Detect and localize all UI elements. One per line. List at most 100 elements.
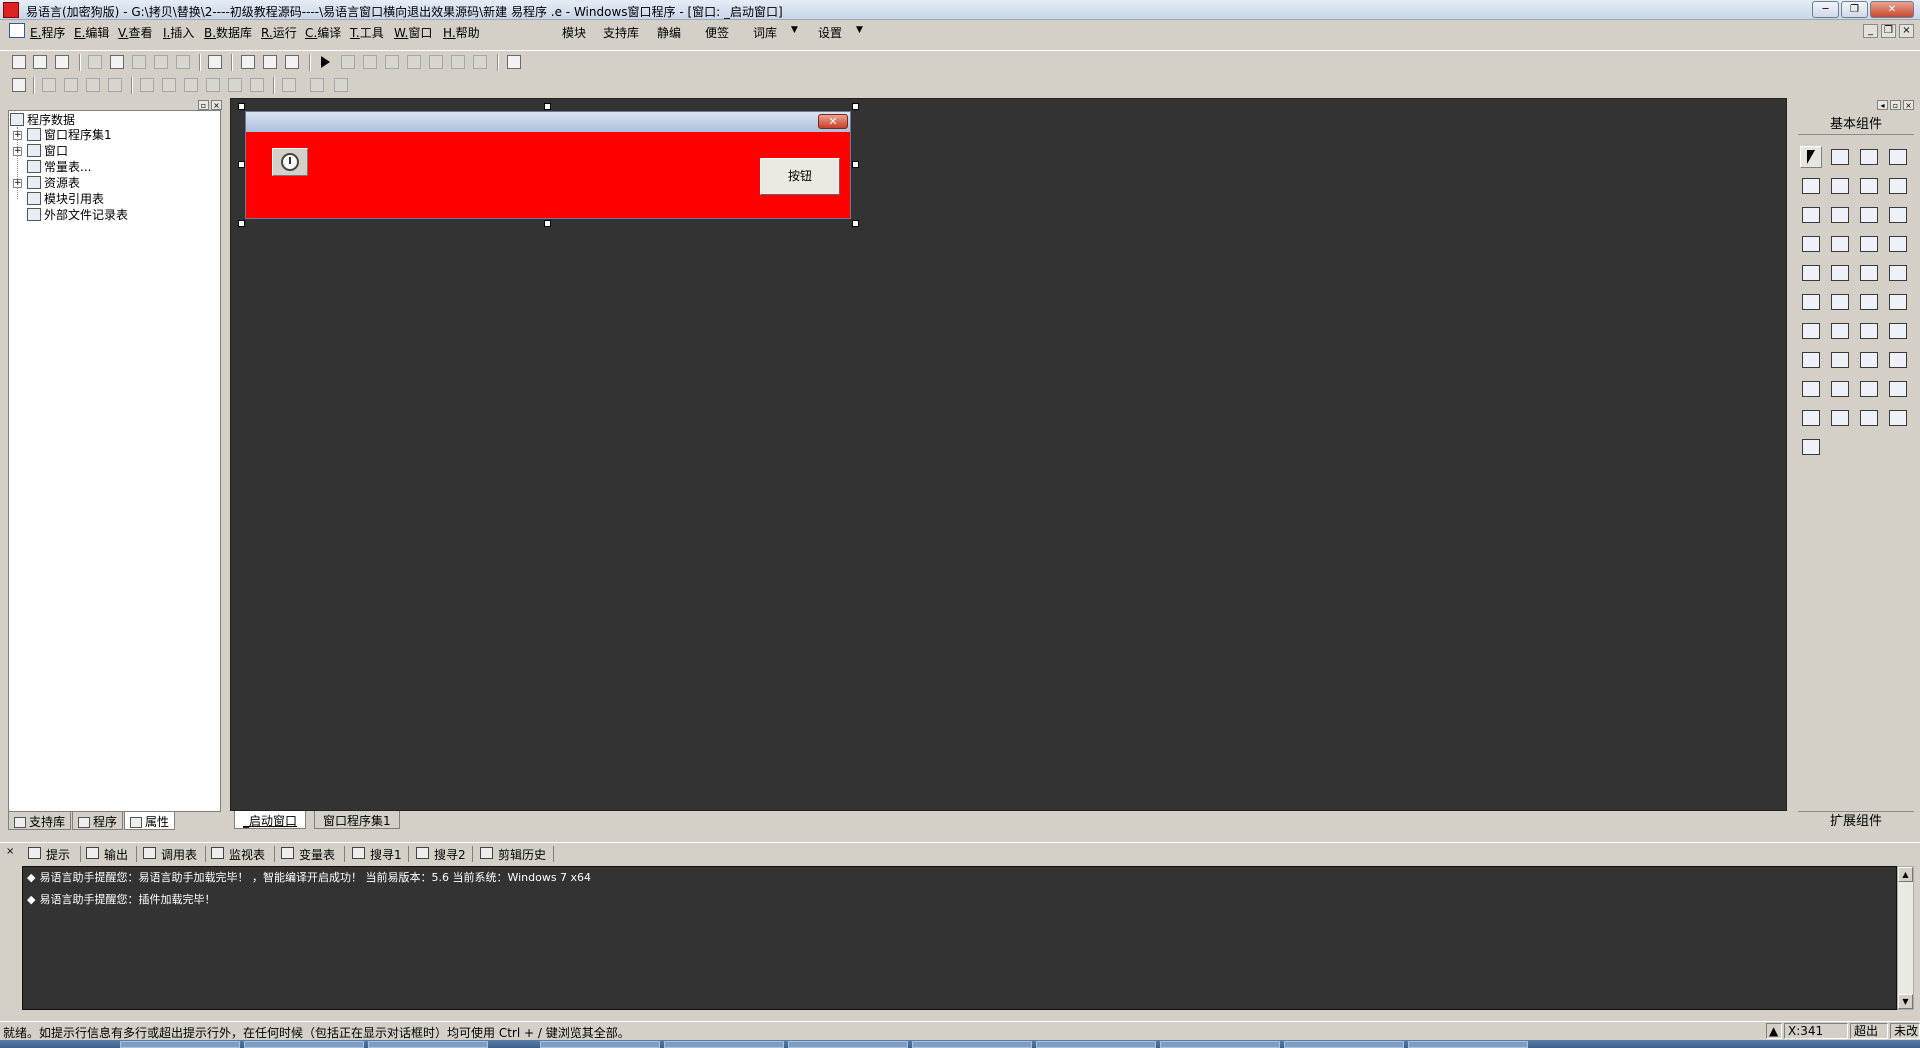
odbc-provider-icon[interactable] — [1800, 436, 1822, 458]
tab-watch[interactable]: 监视表 — [211, 846, 265, 863]
resize-handle[interactable] — [238, 161, 245, 168]
data-report-icon[interactable] — [1858, 349, 1880, 371]
status-arrow-icon[interactable]: ▲ — [1766, 1023, 1782, 1039]
resize-handle[interactable] — [852, 161, 859, 168]
menu-insert[interactable]: I.插入 — [163, 24, 194, 41]
align-top-icon[interactable] — [85, 77, 101, 93]
taskbar-item[interactable] — [1160, 1041, 1280, 1048]
thesaurus-dropdown-icon[interactable]: ▼ — [791, 25, 798, 35]
layout-3-icon[interactable] — [284, 54, 300, 70]
text-label-icon[interactable] — [1858, 175, 1880, 197]
settings-dropdown-icon[interactable]: ▼ — [856, 25, 863, 35]
taskbar-item[interactable] — [1284, 1041, 1404, 1048]
taskbar-item[interactable] — [788, 1041, 908, 1048]
color-picker-icon[interactable] — [1800, 320, 1822, 342]
basic-components-header[interactable]: 基本组件 — [1798, 115, 1914, 135]
menu-help[interactable]: H.帮助 — [443, 24, 480, 41]
taskbar-item[interactable] — [912, 1041, 1032, 1048]
drawing-board-icon[interactable] — [1800, 175, 1822, 197]
menu-edit[interactable]: E.编辑 — [74, 24, 109, 41]
layout-2-icon[interactable] — [262, 54, 278, 70]
radio-button-icon[interactable] — [1829, 204, 1851, 226]
menu-run[interactable]: R.运行 — [261, 24, 297, 41]
startup-window-form[interactable]: ✕ 按钮 — [245, 111, 851, 219]
timer-icon[interactable] — [1800, 349, 1822, 371]
general-provider-icon[interactable] — [1800, 407, 1822, 429]
menu-tools[interactable]: T.工具 — [350, 24, 384, 41]
scroll-up-icon[interactable]: ▲ — [1898, 867, 1913, 882]
menu-notes[interactable]: 便签 — [705, 24, 729, 41]
output-close-icon[interactable]: × — [6, 846, 14, 857]
menu-compile[interactable]: C.编译 — [305, 24, 341, 41]
panel-restore-button[interactable]: ▫ — [198, 100, 209, 110]
close-button[interactable]: ✕ — [1870, 1, 1914, 18]
hyperlink-icon[interactable] — [1829, 320, 1851, 342]
printer-icon[interactable] — [1829, 349, 1851, 371]
center-vertical-icon[interactable] — [161, 77, 177, 93]
tab-variables[interactable]: 变量表 — [281, 846, 335, 863]
align-center-icon[interactable] — [205, 77, 221, 93]
slider-icon[interactable] — [1800, 262, 1822, 284]
resize-handle[interactable] — [852, 103, 859, 110]
tree-root[interactable]: 程序数据 — [10, 112, 75, 128]
menu-support-lib[interactable]: 支持库 — [603, 24, 639, 41]
redo-icon[interactable] — [153, 54, 169, 70]
data-source-icon[interactable] — [1887, 378, 1909, 400]
tree-item-external-files[interactable]: 外部文件记录表 — [27, 207, 128, 223]
copy-icon[interactable] — [109, 54, 125, 70]
taskbar-item[interactable] — [368, 1041, 488, 1048]
palette-collapse-button[interactable]: ◂ — [1877, 100, 1888, 110]
layout-1-icon[interactable] — [240, 54, 256, 70]
find-icon[interactable] — [207, 54, 223, 70]
menu-program[interactable]: E.程序 — [30, 24, 65, 41]
tree-item-window-assembly[interactable]: 窗口程序集1 — [27, 127, 112, 143]
dialog-icon[interactable] — [1887, 320, 1909, 342]
align-bottom-icon[interactable] — [107, 77, 123, 93]
output-pane[interactable]: ◆ 易语言助手提醒您：易语言助手加载完毕！ ，智能编译开启成功！ 当前易版本：5.… — [22, 866, 1897, 1010]
chart-icon[interactable] — [1858, 407, 1880, 429]
paste-icon[interactable] — [131, 54, 147, 70]
taskbar-item[interactable] — [244, 1041, 364, 1048]
mdi-minimize-button[interactable]: _ — [1863, 24, 1878, 38]
output-scrollbar[interactable]: ▲ ▼ — [1897, 866, 1914, 1010]
document-icon[interactable] — [9, 23, 25, 38]
palette-restore-button[interactable]: ▫ — [1890, 100, 1901, 110]
calendar-icon[interactable] — [1800, 291, 1822, 313]
file-box-icon[interactable] — [1887, 291, 1909, 313]
space-horizontal-icon[interactable] — [227, 77, 243, 93]
space-vertical-icon[interactable] — [249, 77, 265, 93]
resize-handle[interactable] — [852, 220, 859, 227]
tab-startup-window[interactable]: _启动窗口 — [234, 811, 307, 829]
menu-static-compile[interactable]: 静编 — [657, 24, 681, 41]
resize-handle[interactable] — [544, 220, 551, 227]
tree-item-window[interactable]: 窗口 — [27, 143, 68, 159]
palette-close-button[interactable]: × — [1903, 100, 1914, 110]
hand-icon[interactable] — [472, 54, 488, 70]
form-close-icon[interactable]: ✕ — [818, 114, 848, 129]
save-icon[interactable] — [54, 54, 70, 70]
spin-button-icon[interactable] — [1858, 320, 1880, 342]
same-width-icon[interactable] — [281, 77, 297, 93]
combo-box-icon[interactable] — [1858, 204, 1880, 226]
animation-icon[interactable] — [1887, 262, 1909, 284]
form-designer[interactable]: ✕ 按钮 — [230, 98, 1787, 811]
expand-icon[interactable]: + — [13, 147, 22, 156]
form-title-bar[interactable]: ✕ — [246, 112, 850, 132]
serial-port-icon[interactable] — [1829, 378, 1851, 400]
mdi-close-button[interactable]: × — [1899, 24, 1914, 38]
form-button[interactable]: 按钮 — [760, 158, 840, 195]
tab-properties[interactable]: 属性 — [124, 812, 176, 830]
shape-icon[interactable] — [1887, 146, 1909, 168]
picture-box-icon[interactable] — [1858, 146, 1880, 168]
label-icon[interactable] — [1829, 146, 1851, 168]
open-file-icon[interactable] — [32, 54, 48, 70]
extended-components-header[interactable]: 扩展组件 — [1798, 811, 1914, 831]
menu-view[interactable]: V.查看 — [118, 24, 153, 41]
taskbar-item[interactable] — [1408, 1041, 1528, 1048]
edit-box-icon[interactable] — [1887, 175, 1909, 197]
tree-item-constants[interactable]: 常量表... — [27, 159, 91, 175]
expand-icon[interactable]: + — [13, 131, 22, 140]
tab-support-library[interactable]: 支持库 — [8, 812, 72, 830]
folder-box-icon[interactable] — [1858, 291, 1880, 313]
new-file-icon[interactable] — [11, 54, 27, 70]
